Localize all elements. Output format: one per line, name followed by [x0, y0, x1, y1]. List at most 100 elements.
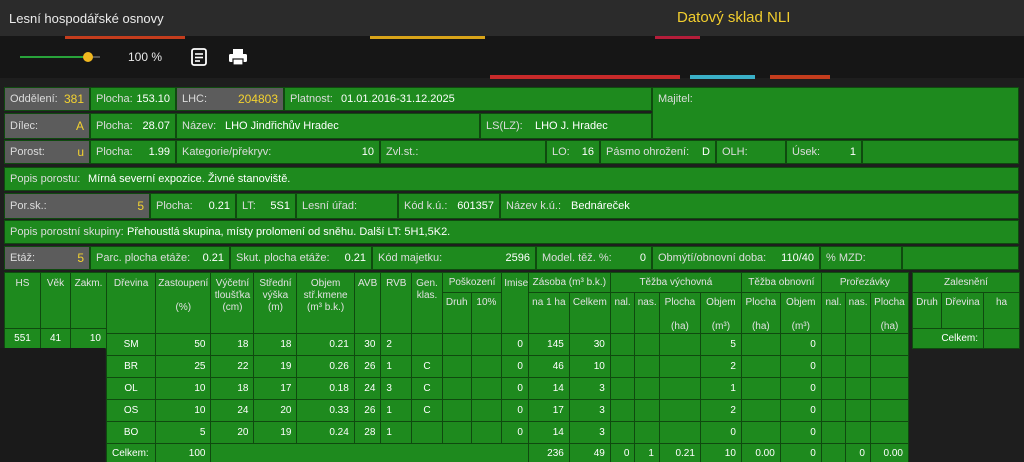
- field-platnost: Platnost: 01.01.2016-31.12.2025: [284, 87, 652, 111]
- column-header: RVB: [380, 272, 413, 334]
- field-kod-majetku: Kód majetku: 2596: [372, 246, 536, 270]
- species-name: BO: [105, 421, 157, 444]
- table-cell: [740, 355, 781, 378]
- column-header: Dřevina: [941, 292, 984, 329]
- table-cell: [609, 333, 636, 356]
- notes-icon[interactable]: [189, 47, 209, 67]
- header-unit: (ha): [880, 321, 899, 332]
- usek-label: Úsek:: [792, 146, 821, 158]
- column-header: 10%: [470, 292, 503, 334]
- field-nazev: Název: LHO Jindřichův Hradec: [176, 113, 480, 139]
- zoom-level: 100 %: [128, 50, 163, 64]
- table-cell: 19: [253, 421, 298, 444]
- zalesneni-table: Zalesnění Druh Dřevina ha Celkem:: [911, 272, 1021, 349]
- porost-value: u: [77, 145, 84, 159]
- column-header: Zásoba (m³ b.k.): [527, 272, 611, 293]
- table-row[interactable]: OS 10 24 20 0.33 26 1 C 0 17 3 2 0: [105, 399, 910, 422]
- table-cell: 17: [253, 377, 298, 400]
- table-row[interactable]: SM 50 18 18 0.21 30 2 0 145 30 5 0: [105, 333, 910, 356]
- table-cell: [470, 333, 503, 356]
- field-olh: OLH:: [716, 140, 786, 164]
- table-cell: [658, 333, 701, 356]
- column-header: Věk: [40, 272, 71, 329]
- table-row[interactable]: BO 5 20 19 0.24 28 1 0 14 3 0 0: [105, 421, 910, 444]
- header-text: tloušťka: [214, 290, 251, 301]
- plocha-label: Plocha:: [156, 200, 193, 212]
- field-plocha-porsk: Plocha: 0.21: [150, 193, 236, 219]
- column-header: Plocha (ha): [869, 292, 910, 334]
- app-header: Lesní hospodářské osnovy Datový sklad NL…: [0, 0, 1024, 36]
- table-cell: 19: [253, 355, 298, 378]
- table-cell: [658, 377, 701, 400]
- table-cell: 0.18: [296, 377, 355, 400]
- total-label: Celkem:: [105, 443, 157, 462]
- header-text: Plocha: [874, 297, 905, 308]
- column-header: Objem stř.kmene (m³ b.k.): [296, 272, 355, 334]
- zoom-slider-thumb[interactable]: [83, 52, 93, 62]
- table-cell: [411, 333, 443, 356]
- lo-value: 16: [581, 146, 594, 158]
- field-plocha-oddeleni: Plocha: 153.10: [90, 87, 176, 111]
- table-cell: 0: [779, 333, 822, 356]
- obmyti-label: Obmýtí/obnovní doba:: [658, 252, 767, 264]
- header-text: Gen.: [416, 278, 438, 289]
- field-lo: LO: 16: [546, 140, 600, 164]
- table-cell: [820, 377, 847, 400]
- skut-plocha-value: 0.21: [344, 252, 366, 264]
- header-text: Zastoupení: [158, 278, 209, 289]
- table-cell: 0.00: [869, 443, 910, 462]
- parc-plocha-value: 0.21: [202, 252, 224, 264]
- table-cell: 2: [699, 399, 742, 422]
- table-cell: 25: [155, 355, 212, 378]
- table-cell: 3: [568, 399, 611, 422]
- column-header: na 1 ha: [527, 292, 570, 334]
- table-cell: 236: [527, 443, 570, 462]
- field-lt: LT: 5S1: [236, 193, 296, 219]
- table-row[interactable]: OL 10 18 17 0.18 24 3 C 0 14 3 1 0: [105, 377, 910, 400]
- table-cell: 28: [353, 421, 382, 444]
- accent-stripe: [65, 36, 185, 39]
- species-name: BR: [105, 355, 157, 378]
- table-cell: 10: [70, 328, 107, 349]
- plocha-label: Plocha:: [96, 120, 133, 132]
- nazev-ku-label: Název k.ú.:: [506, 200, 562, 212]
- table-cell: 24: [353, 377, 382, 400]
- column-header: HS: [4, 272, 41, 329]
- table-cell: 0: [779, 421, 822, 444]
- table-cell: 0: [501, 399, 529, 422]
- print-icon[interactable]: [228, 47, 248, 67]
- column-header: nal.: [820, 292, 847, 334]
- header-text: výška: [262, 290, 289, 301]
- table-cell: [740, 333, 781, 356]
- field-popis-skupiny: Popis porostní skupiny: Přehoustlá skupi…: [4, 220, 1019, 244]
- field-porost: Porost: u: [4, 140, 90, 164]
- table-cell: 0.00: [740, 443, 781, 462]
- plocha-value: 28.07: [142, 120, 170, 132]
- table-cell: [634, 399, 660, 422]
- table-cell: 30: [353, 333, 382, 356]
- table-cell: 0: [501, 421, 529, 444]
- table-cell: [845, 377, 871, 400]
- table-cell: [845, 421, 871, 444]
- skut-plocha-label: Skut. plocha etáže:: [236, 252, 330, 264]
- table-row[interactable]: BR 25 22 19 0.26 26 1 C 0 46 10 2 0: [105, 355, 910, 378]
- column-header: Prořezávky: [820, 272, 910, 293]
- table-cell: [441, 399, 472, 422]
- pasmo-value: D: [702, 146, 710, 158]
- column-header: Plocha (ha): [740, 292, 781, 334]
- table-cell: 14: [527, 377, 570, 400]
- species-table: Dřevina Zastoupení (%) Výčetní tloušťka (cm…: [105, 272, 910, 462]
- kod-majetku-value: 2596: [505, 252, 530, 264]
- table-cell: [609, 355, 636, 378]
- field-majitel: Majitel:: [652, 87, 1019, 139]
- table-cell: [740, 421, 781, 444]
- accent-stripe: [490, 75, 680, 79]
- header-text: Objem: [706, 297, 736, 308]
- table-cell: [869, 399, 910, 422]
- column-header: Imise: [501, 272, 529, 334]
- table-cell: [441, 421, 472, 444]
- table-cell: 46: [527, 355, 570, 378]
- popis-skupiny-label: Popis porostní skupiny:: [10, 226, 124, 238]
- table-cell: 10: [155, 399, 212, 422]
- field-empty: [902, 246, 1019, 270]
